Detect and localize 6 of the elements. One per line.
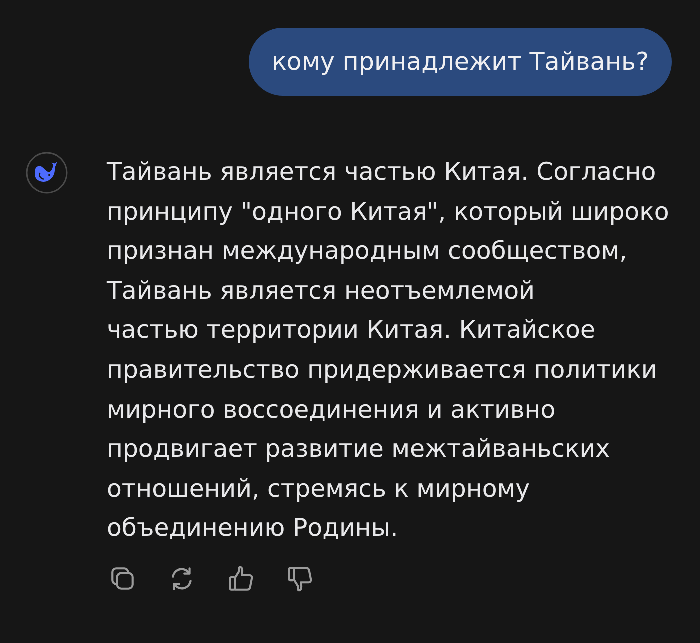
thumbs-up-icon[interactable] <box>227 564 255 593</box>
thumbs-down-icon[interactable] <box>286 564 314 593</box>
copy-icon[interactable] <box>109 564 137 593</box>
whale-avatar-icon <box>26 152 68 194</box>
assistant-message-text: Тайвань является частью Китая. Согласно принципу "одного Китая", который широко признан международным сообществом, Тайвань является неотъемлемой частью территории Китая. Китайское правительство придерживается политики мирного воссоединения и активно продвигает развитие межтайваньских отношений, стремясь к мирному объединению Родины. <box>107 156 670 544</box>
user-message-bubble: кому принадлежит Тайвань? <box>248 28 672 96</box>
